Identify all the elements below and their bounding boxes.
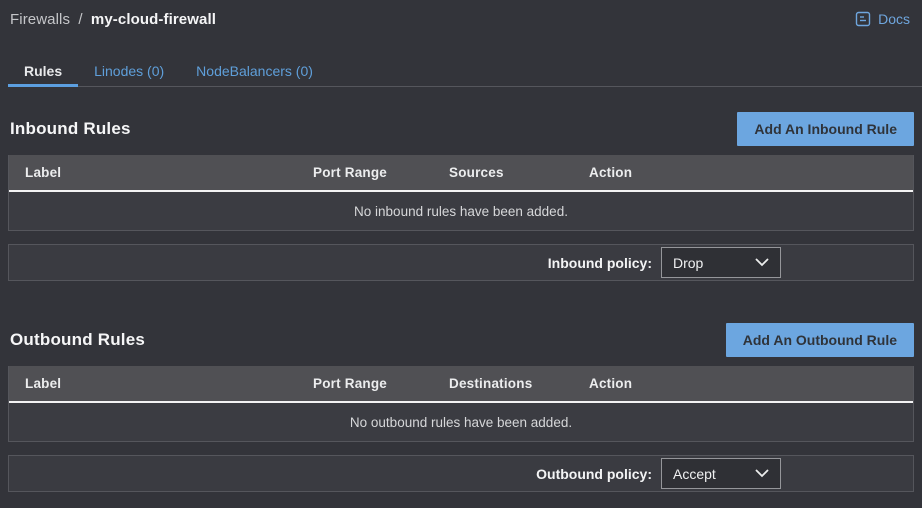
tab-linodes[interactable]: Linodes (0)	[78, 55, 180, 86]
docs-icon	[855, 11, 871, 27]
inbound-col-sources: Sources	[449, 165, 589, 180]
outbound-rules-section: Outbound Rules Add An Outbound Rule Labe…	[8, 323, 914, 492]
tab-nodebalancers-label: NodeBalancers (0)	[196, 63, 313, 79]
inbound-table-header: Label Port Range Sources Action	[9, 155, 913, 192]
chevron-down-icon	[755, 258, 769, 267]
inbound-policy-select[interactable]: Drop	[661, 247, 781, 278]
outbound-col-label: Label	[25, 376, 313, 391]
outbound-col-destinations: Destinations	[449, 376, 589, 391]
firewall-tabs: Rules Linodes (0) NodeBalancers (0)	[8, 55, 922, 87]
chevron-down-icon	[755, 469, 769, 478]
inbound-empty-message: No inbound rules have been added.	[9, 192, 913, 230]
tab-rules[interactable]: Rules	[8, 55, 78, 86]
inbound-policy-label: Inbound policy:	[548, 255, 652, 271]
inbound-policy-value: Drop	[673, 255, 703, 271]
inbound-col-action: Action	[589, 165, 913, 180]
tab-linodes-label: Linodes (0)	[94, 63, 164, 79]
tab-nodebalancers[interactable]: NodeBalancers (0)	[180, 55, 329, 86]
outbound-rules-title: Outbound Rules	[8, 330, 145, 350]
outbound-rules-table: Label Port Range Destinations Action No …	[8, 366, 914, 442]
breadcrumb-separator: /	[78, 11, 82, 28]
add-inbound-rule-button[interactable]: Add An Inbound Rule	[737, 112, 914, 146]
docs-link[interactable]: Docs	[855, 11, 910, 27]
inbound-section-header: Inbound Rules Add An Inbound Rule	[8, 112, 914, 146]
outbound-policy-label: Outbound policy:	[536, 466, 652, 482]
outbound-col-port-range: Port Range	[313, 376, 449, 391]
outbound-table-header: Label Port Range Destinations Action	[9, 366, 913, 403]
page-header: Firewalls / my-cloud-firewall Docs	[0, 0, 922, 32]
outbound-policy-select[interactable]: Accept	[661, 458, 781, 489]
breadcrumb: Firewalls / my-cloud-firewall	[10, 11, 216, 28]
outbound-empty-message: No outbound rules have been added.	[9, 403, 913, 441]
docs-link-label: Docs	[878, 11, 910, 27]
outbound-policy-value: Accept	[673, 466, 716, 482]
add-outbound-rule-button[interactable]: Add An Outbound Rule	[726, 323, 914, 357]
tab-rules-label: Rules	[24, 63, 62, 79]
breadcrumb-current-firewall: my-cloud-firewall	[91, 11, 216, 28]
breadcrumb-firewalls-link[interactable]: Firewalls	[10, 11, 70, 28]
inbound-policy-row: Inbound policy: Drop	[8, 244, 914, 281]
inbound-col-port-range: Port Range	[313, 165, 449, 180]
outbound-policy-row: Outbound policy: Accept	[8, 455, 914, 492]
inbound-rules-table: Label Port Range Sources Action No inbou…	[8, 155, 914, 231]
outbound-section-header: Outbound Rules Add An Outbound Rule	[8, 323, 914, 357]
inbound-rules-title: Inbound Rules	[8, 119, 131, 139]
inbound-rules-section: Inbound Rules Add An Inbound Rule Label …	[8, 112, 914, 281]
outbound-col-action: Action	[589, 376, 913, 391]
inbound-col-label: Label	[25, 165, 313, 180]
